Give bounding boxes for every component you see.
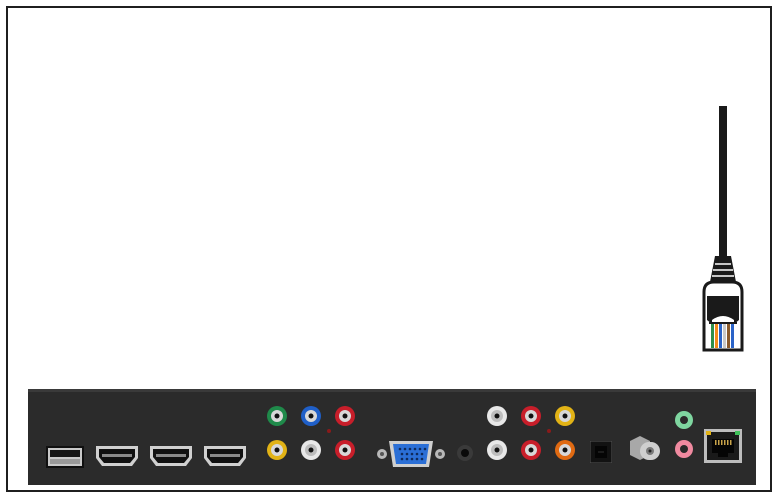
usb-port-icon[interactable] [46, 446, 84, 468]
coax-port-icon[interactable] [626, 433, 662, 467]
rca-jack-icon[interactable] [300, 439, 322, 461]
indicator-dot [327, 429, 331, 433]
rj45-connector-icon [702, 280, 744, 352]
rca-jack-icon[interactable] [520, 405, 542, 427]
rca-jack-icon[interactable] [334, 439, 356, 461]
hdmi-port-icon[interactable] [150, 446, 192, 466]
rca-jack-icon[interactable] [520, 439, 542, 461]
rca-jack-icon[interactable] [486, 405, 508, 427]
rca-jack-icon[interactable] [334, 405, 356, 427]
rca-jack-icon[interactable] [300, 405, 322, 427]
hdmi-port-icon[interactable] [96, 446, 138, 466]
optical-port-icon[interactable] [590, 441, 612, 463]
ethernet-port-icon[interactable] [704, 429, 742, 463]
rear-connector-panel [28, 389, 756, 485]
vga-port-icon[interactable] [376, 439, 446, 469]
rca-jack-icon[interactable] [266, 439, 288, 461]
rca-jack-icon[interactable] [554, 405, 576, 427]
audio-jack-icon[interactable] [456, 444, 474, 462]
hdmi-port-icon[interactable] [204, 446, 246, 466]
indicator-dot [547, 429, 551, 433]
ethernet-cable-icon [702, 106, 744, 352]
diagram-frame [6, 6, 772, 492]
audio-jack-icon[interactable] [674, 439, 694, 459]
audio-jack-icon[interactable] [674, 410, 694, 430]
rca-jack-icon[interactable] [266, 405, 288, 427]
rca-jack-icon[interactable] [486, 439, 508, 461]
rca-jack-icon[interactable] [554, 439, 576, 461]
